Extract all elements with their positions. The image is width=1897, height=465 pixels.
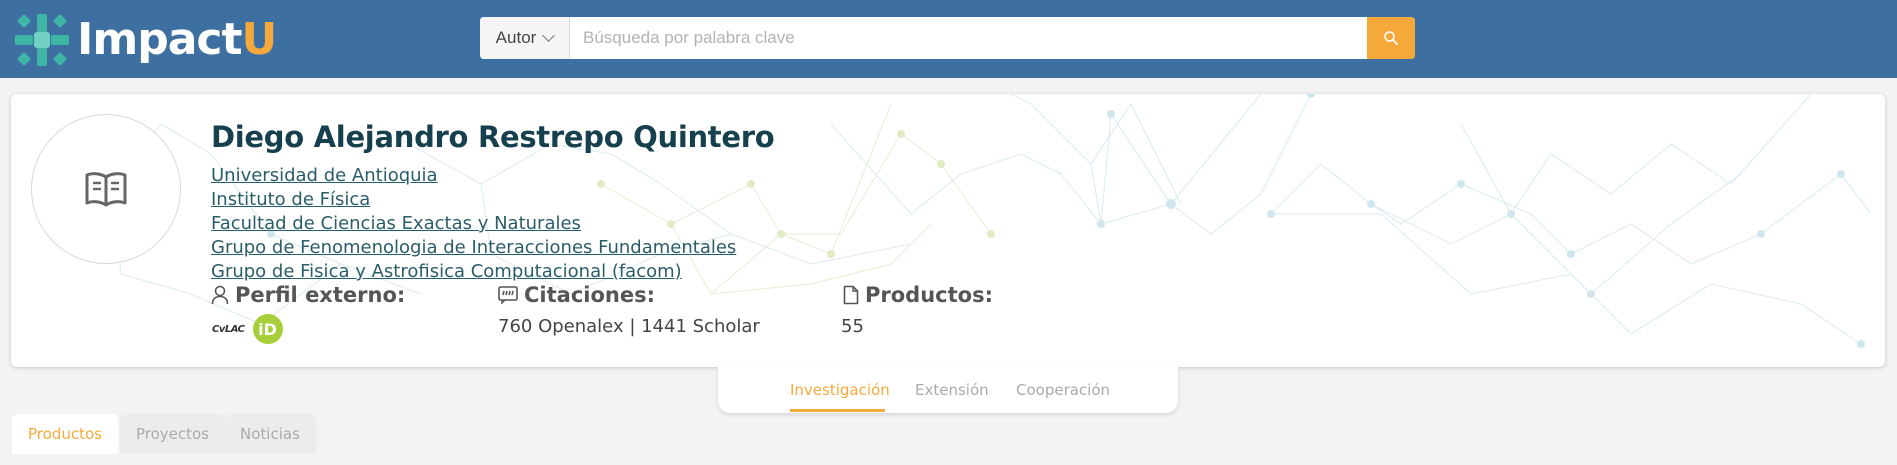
products-heading: Productos:: [843, 283, 993, 307]
section-tabs: Investigación Extensión Cooperación: [718, 367, 1178, 413]
external-profile-links: CvLAC iD: [212, 314, 283, 344]
affiliation-institute-link[interactable]: Instituto de Física: [211, 188, 736, 212]
logo-text-main: Impact: [77, 14, 243, 65]
products-label: Productos:: [865, 283, 993, 307]
cvlac-link-icon[interactable]: CvLAC: [212, 324, 245, 335]
tab-extension[interactable]: Extensión: [915, 381, 989, 399]
logo-text: ImpactU: [77, 12, 278, 68]
tab-noticias[interactable]: Noticias: [224, 414, 316, 454]
affiliation-group-link[interactable]: Grupo de Fenomenologia de Interacciones …: [211, 236, 736, 260]
active-tab-indicator: [790, 409, 885, 412]
citations-value: 760 Openalex | 1441 Scholar: [498, 316, 760, 337]
impactu-logo[interactable]: ImpactU: [13, 12, 278, 68]
citations-heading: Citaciones:: [498, 283, 655, 307]
document-icon: [843, 285, 859, 305]
search-input[interactable]: [570, 17, 1367, 59]
search-type-select[interactable]: Autor: [480, 17, 570, 59]
quote-icon: [498, 286, 518, 304]
user-icon: [211, 285, 229, 305]
tab-investigacion[interactable]: Investigación: [790, 381, 890, 399]
search-bar: Autor: [480, 17, 1415, 59]
tab-productos[interactable]: Productos: [12, 414, 118, 454]
affiliation-group-link[interactable]: Grupo de Fisica y Astrofisica Computacio…: [211, 260, 736, 284]
tab-proyectos[interactable]: Proyectos: [120, 414, 226, 454]
logo-text-accent: U: [241, 14, 278, 65]
search-button[interactable]: [1367, 17, 1415, 59]
logo-mark-icon: [15, 14, 69, 66]
chevron-down-icon: [542, 29, 556, 42]
search-icon: [1384, 31, 1398, 45]
avatar: [31, 114, 181, 264]
orcid-link-icon[interactable]: iD: [252, 314, 283, 344]
profile-name: Diego Alejandro Restrepo Quintero: [211, 120, 775, 154]
open-book-icon: [85, 172, 127, 207]
products-value: 55: [841, 316, 864, 337]
top-navbar: ImpactU Autor: [0, 0, 1897, 78]
search-type-value: Autor: [495, 28, 537, 47]
affiliations-list: Universidad de Antioquia Instituto de Fí…: [211, 164, 736, 284]
citations-label: Citaciones:: [524, 283, 655, 307]
profile-card: Diego Alejandro Restrepo Quintero Univer…: [11, 94, 1885, 367]
affiliation-faculty-link[interactable]: Facultad de Ciencias Exactas y Naturales: [211, 212, 736, 236]
affiliation-university-link[interactable]: Universidad de Antioquia: [211, 164, 736, 188]
tab-cooperacion[interactable]: Cooperación: [1016, 381, 1110, 399]
external-profile-heading: Perfil externo:: [211, 283, 405, 307]
external-profile-label: Perfil externo:: [235, 283, 406, 307]
